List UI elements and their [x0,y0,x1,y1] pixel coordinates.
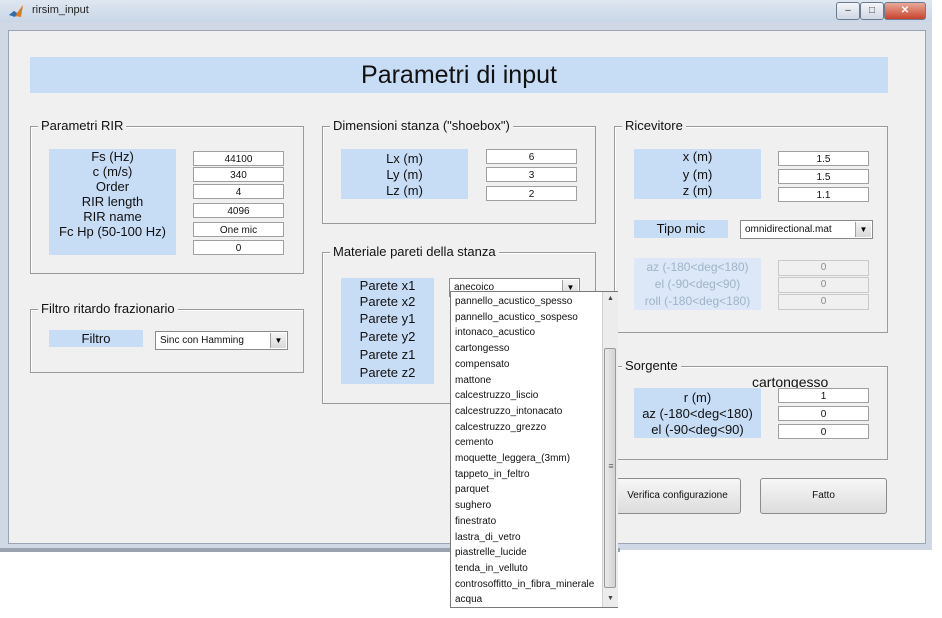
lx-input[interactable]: 6 [486,149,577,164]
receiver-title: Ricevitore [622,119,686,133]
scroll-up-icon[interactable]: ▲ [603,292,618,306]
close-icon[interactable]: ✕ [884,2,926,20]
dropdown-option[interactable]: calcestruzzo_intonacato [455,404,562,420]
maximize-icon[interactable]: □ [860,2,884,20]
receiver-z-input[interactable]: 1.1 [778,187,869,202]
dropdown-option[interactable]: calcestruzzo_grezzo [455,420,546,436]
dropdown-option[interactable]: pannello_acustico_spesso [455,294,572,310]
dropdown-option[interactable]: piastrelle_lucide [455,545,527,561]
mic-type-label: Tipo mic [634,220,728,238]
label-parete-z1: Parete z1 [359,347,416,362]
label-az-source: az (-180<deg<180) [642,406,753,421]
dropdown-option[interactable]: parquet [455,482,489,498]
receiver-labels: x (m) y (m) z (m) [634,149,761,199]
label-y: y (m) [682,167,713,182]
label-fc-hp: Fc Hp (50-100 Hz) [59,224,166,239]
source-title: Sorgente [622,359,681,373]
dropdown-option[interactable]: controsoffitto_in_fibra_minerale [455,577,594,593]
receiver-roll-input[interactable]: 0 [778,294,869,310]
header-banner: Parametri di input [30,57,888,93]
scroll-down-icon[interactable]: ▼ [603,592,618,606]
walls-title: Materiale pareti della stanza [330,245,499,259]
dropdown-option[interactable]: cemento [455,435,493,451]
filter-select[interactable]: Sinc con Hamming ▼ [155,331,288,350]
scroll-thumb[interactable]: ≡ [604,348,616,588]
dropdown-option[interactable]: acqua [455,592,482,608]
rir-params-title: Parametri RIR [38,119,127,133]
dropdown-option[interactable]: sughero [455,498,491,514]
receiver-y-input[interactable]: 1.5 [778,169,869,184]
rir-length-input[interactable]: 4096 [193,203,284,218]
dropdown-option[interactable]: mattone [455,373,491,389]
dropdown-option[interactable]: moquette_leggera_(3mm) [455,451,570,467]
matlab-app-icon [9,5,23,17]
window-titlebar[interactable]: rirsim_input – □ ✕ [0,0,932,23]
label-parete-y1: Parete y1 [359,311,416,326]
filter-label: Filtro [49,330,143,347]
verify-config-button[interactable]: Verifica configurazione [614,478,741,514]
label-ly: Ly (m) [386,167,423,182]
order-input[interactable]: 4 [193,184,284,199]
label-lx: Lx (m) [386,151,423,166]
source-el-input[interactable]: 0 [778,424,869,439]
label-az-receiver: az (-180<deg<180) [646,260,749,274]
label-lz: Lz (m) [386,183,423,198]
label-rir-name: RIR name [83,209,142,224]
done-button[interactable]: Fatto [760,478,887,514]
label-z: z (m) [682,183,713,198]
window-title: rirsim_input [32,4,89,16]
filter-title: Filtro ritardo frazionario [38,302,178,316]
lz-input[interactable]: 2 [486,186,577,201]
dropdown-scrollbar[interactable]: ▲ ≡ ▼ [602,292,618,607]
chevron-down-icon[interactable]: ▼ [270,333,286,348]
label-c: c (m/s) [92,164,133,179]
dropdown-option[interactable]: tenda_in_velluto [455,561,528,577]
page-title: Parametri di input [361,61,557,89]
minimize-icon[interactable]: – [836,2,860,20]
label-parete-y2: Parete y2 [359,329,416,344]
label-el-source: el (-90<deg<90) [651,422,744,437]
fc-hp-input[interactable]: 0 [193,240,284,255]
label-rir-length: RIR length [81,194,144,209]
rir-name-input[interactable]: One mic [193,222,284,237]
rir-params-labels: Fs (Hz) c (m/s) Order RIR length RIR nam… [49,149,176,255]
mic-type-select[interactable]: omnidirectional.mat ▼ [740,220,873,239]
receiver-az-input[interactable]: 0 [778,260,869,276]
label-parete-x2: Parete x2 [359,294,416,309]
receiver-x-input[interactable]: 1.5 [778,151,869,166]
dropdown-option[interactable]: finestrato [455,514,496,530]
dropdown-option[interactable]: intonaco_acustico [455,325,535,341]
receiver-angle-labels: az (-180<deg<180) el (-90<deg<90) roll (… [634,258,761,310]
dropdown-option[interactable]: lastra_di_vetro [455,530,521,546]
materials-dropdown-list[interactable]: pannello_acustico_spesso pannello_acustic… [450,291,618,608]
source-r-input[interactable]: 1 [778,388,869,403]
dropdown-option[interactable]: tappeto_in_feltro [455,467,530,483]
chevron-down-icon[interactable]: ▼ [855,222,871,237]
label-fs: Fs (Hz) [91,149,134,164]
source-az-input[interactable]: 0 [778,406,869,421]
dropdown-option[interactable]: compensato [455,357,509,373]
label-parete-x1: Parete x1 [359,278,416,293]
label-roll-receiver: roll (-180<deg<180) [644,294,751,308]
label-r: r (m) [683,390,712,405]
grip-icon: ≡ [608,461,614,471]
walls-labels: Parete x1 Parete x2 Parete y1 Parete y2 … [341,278,434,384]
dropdown-option[interactable]: calcestruzzo_liscio [455,388,538,404]
room-labels: Lx (m) Ly (m) Lz (m) [341,149,468,199]
label-parete-z2: Parete z2 [359,365,416,380]
label-el-receiver: el (-90<deg<90) [654,277,741,291]
source-labels: r (m) az (-180<deg<180) el (-90<deg<90) [634,388,761,438]
label-order: Order [95,179,130,194]
receiver-el-input[interactable]: 0 [778,277,869,293]
dropdown-option[interactable]: cartongesso [455,341,509,357]
c-input[interactable]: 340 [193,167,284,182]
mic-type-value: omnidirectional.mat [745,224,832,235]
label-x: x (m) [682,149,713,164]
dropdown-option[interactable]: pannello_acustico_sospeso [455,310,578,326]
room-title: Dimensioni stanza ("shoebox") [330,119,513,133]
ly-input[interactable]: 3 [486,167,577,182]
fs-input[interactable]: 44100 [193,151,284,166]
filter-select-value: Sinc con Hamming [160,335,244,346]
